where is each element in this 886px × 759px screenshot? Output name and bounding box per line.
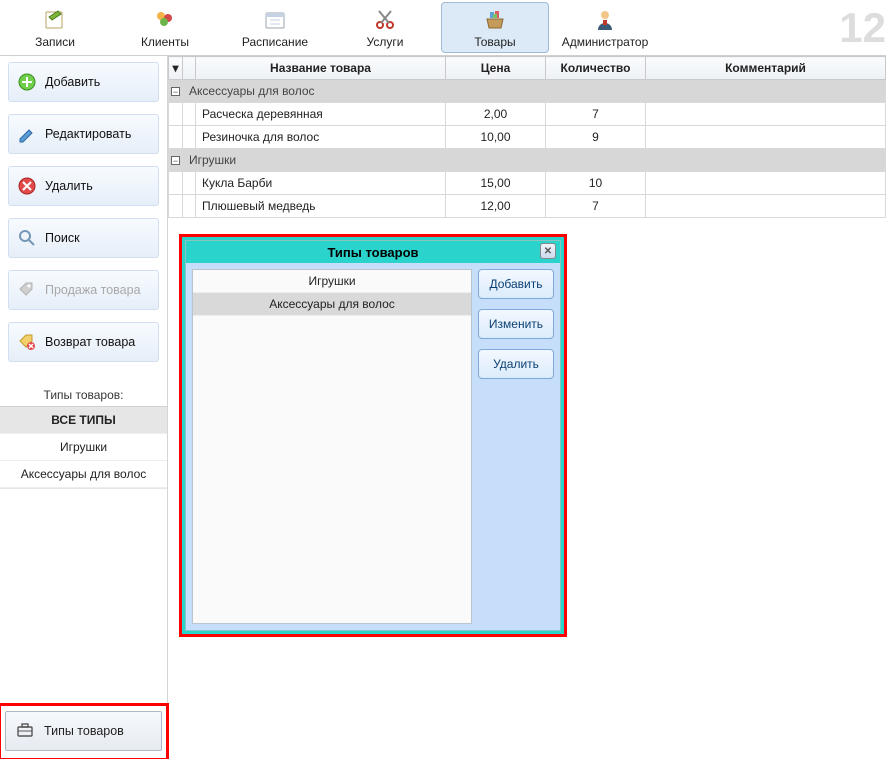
col-name[interactable]: Название товара (196, 57, 446, 80)
sidebar-search-button[interactable]: Поиск (8, 218, 159, 258)
toolbar-products-label: Товары (474, 35, 515, 49)
cell-comment (646, 103, 886, 126)
col-comment[interactable]: Комментарий (646, 57, 886, 80)
cell-price: 15,00 (446, 172, 546, 195)
types-dialog: Типы товаров ✕ Игрушки Аксессуары для во… (185, 240, 561, 631)
dialog-title: Типы товаров (327, 245, 418, 260)
toolbar-admin-label: Администратор (562, 35, 649, 49)
sidebar-edit-label: Редактировать (45, 127, 131, 141)
x-red-icon (17, 176, 37, 196)
toolbar-schedule-label: Расписание (242, 35, 308, 49)
cell-price: 12,00 (446, 195, 546, 218)
list-item[interactable]: Аксессуары для волос (193, 293, 471, 316)
group-title: Аксессуары для волос (183, 80, 886, 103)
sidebar-spacer (0, 489, 167, 705)
cell-comment (646, 126, 886, 149)
collapse-icon[interactable]: − (171, 156, 180, 165)
dialog-edit-button[interactable]: Изменить (478, 309, 554, 339)
cell-name: Кукла Барби (196, 172, 446, 195)
app-window: Записи Клиенты Расписание Услуги Товары (0, 0, 886, 759)
sidebar: Добавить Редактировать Удалить Поиск (0, 56, 168, 759)
type-item-all[interactable]: ВСЕ ТИПЫ (0, 407, 167, 434)
briefcase-icon (16, 721, 34, 742)
table-row[interactable]: Резиночка для волос 10,00 9 (169, 126, 886, 149)
cell-name: Резиночка для волос (196, 126, 446, 149)
type-item[interactable]: Игрушки (0, 434, 167, 461)
dialog-title-bar: Типы товаров ✕ (186, 241, 560, 263)
main-toolbar: Записи Клиенты Расписание Услуги Товары (0, 0, 886, 56)
types-list: ВСЕ ТИПЫ Игрушки Аксессуары для волос (0, 406, 167, 489)
page-number: 12 (839, 0, 886, 56)
toolbar-services[interactable]: Услуги (331, 2, 439, 53)
sidebar-add-label: Добавить (45, 75, 100, 89)
cell-price: 10,00 (446, 126, 546, 149)
cell-comment (646, 195, 886, 218)
group-title: Игрушки (183, 149, 886, 172)
types-button-label: Типы товаров (44, 724, 124, 738)
cell-price: 2,00 (446, 103, 546, 126)
table-row[interactable]: Плюшевый медведь 12,00 7 (169, 195, 886, 218)
tag-icon (17, 280, 37, 300)
toolbar-clients[interactable]: Клиенты (111, 2, 219, 53)
toolbar-services-label: Услуги (367, 35, 404, 49)
cell-qty: 9 (546, 126, 646, 149)
pencil-note-icon (42, 7, 68, 33)
cell-comment (646, 172, 886, 195)
basket-icon (482, 7, 508, 33)
sidebar-search-label: Поиск (45, 231, 80, 245)
types-button-highlight: Типы товаров (0, 705, 167, 759)
sidebar-delete-label: Удалить (45, 179, 93, 193)
col-price[interactable]: Цена (446, 57, 546, 80)
types-section-title: Типы товаров: (0, 388, 167, 402)
dialog-add-button[interactable]: Добавить (478, 269, 554, 299)
scissors-icon (372, 7, 398, 33)
toolbar-products[interactable]: Товары (441, 2, 549, 53)
sidebar-sale-label: Продажа товара (45, 283, 141, 297)
sidebar-delete-button[interactable]: Удалить (8, 166, 159, 206)
list-item[interactable]: Игрушки (193, 270, 471, 293)
group-row[interactable]: − Аксессуары для волос (169, 80, 886, 103)
lens-icon (17, 228, 37, 248)
people-icon (152, 7, 178, 33)
toolbar-clients-label: Клиенты (141, 35, 189, 49)
types-button[interactable]: Типы товаров (5, 711, 162, 751)
types-dialog-highlight: Типы товаров ✕ Игрушки Аксессуары для во… (179, 234, 567, 637)
table-corner[interactable]: ▾ (169, 57, 183, 80)
dialog-buttons: Добавить Изменить Удалить (476, 263, 560, 630)
sidebar-return-button[interactable]: Возврат товара (8, 322, 159, 362)
cell-qty: 10 (546, 172, 646, 195)
sidebar-edit-button[interactable]: Редактировать (8, 114, 159, 154)
collapse-icon[interactable]: − (171, 87, 180, 96)
sidebar-return-label: Возврат товара (45, 335, 135, 349)
table-corner[interactable] (183, 57, 196, 80)
cell-qty: 7 (546, 195, 646, 218)
toolbar-admin[interactable]: Администратор (551, 2, 659, 53)
toolbar-records-label: Записи (35, 35, 75, 49)
col-qty[interactable]: Количество (546, 57, 646, 80)
admin-icon (592, 7, 618, 33)
group-row[interactable]: − Игрушки (169, 149, 886, 172)
pencil-blue-icon (17, 124, 37, 144)
calendar-icon (262, 7, 288, 33)
tag-x-icon (17, 332, 37, 352)
cell-name: Расческа деревянная (196, 103, 446, 126)
table-row[interactable]: Расческа деревянная 2,00 7 (169, 103, 886, 126)
plus-green-icon (17, 72, 37, 92)
close-icon[interactable]: ✕ (540, 243, 556, 259)
cell-qty: 7 (546, 103, 646, 126)
sidebar-add-button[interactable]: Добавить (8, 62, 159, 102)
products-table: ▾ Название товара Цена Количество Коммен… (168, 56, 886, 218)
toolbar-schedule[interactable]: Расписание (221, 2, 329, 53)
dialog-body: Игрушки Аксессуары для волос Добавить Из… (186, 263, 560, 630)
table-row[interactable]: Кукла Барби 15,00 10 (169, 172, 886, 195)
dialog-types-list[interactable]: Игрушки Аксессуары для волос (192, 269, 472, 624)
cell-name: Плюшевый медведь (196, 195, 446, 218)
sidebar-sale-button: Продажа товара (8, 270, 159, 310)
dialog-delete-button[interactable]: Удалить (478, 349, 554, 379)
toolbar-records[interactable]: Записи (1, 2, 109, 53)
type-item[interactable]: Аксессуары для волос (0, 461, 167, 488)
